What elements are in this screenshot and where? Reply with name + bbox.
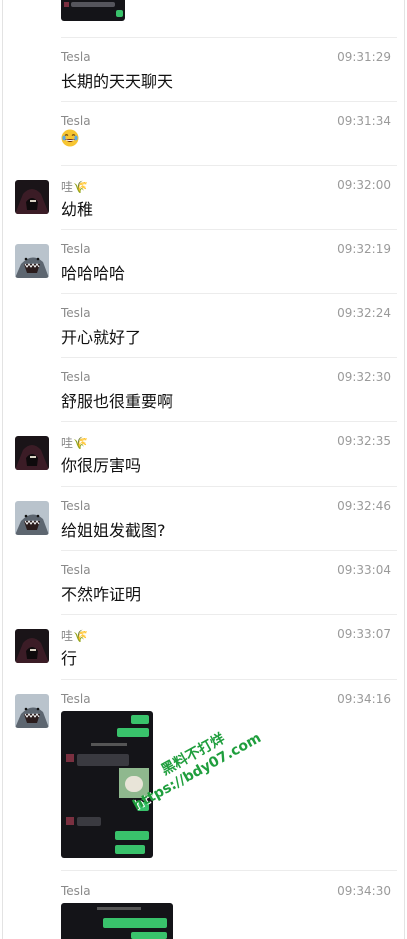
message-time: 09:31:29 xyxy=(337,50,391,64)
dark-hood-avatar-icon xyxy=(15,436,49,470)
sender-name: Tesla xyxy=(61,884,91,898)
message-divider xyxy=(61,614,397,615)
message-text[interactable]: 开心就好了 xyxy=(61,324,141,348)
message-time: 09:32:30 xyxy=(337,370,391,384)
message-time: 09:33:07 xyxy=(337,627,391,641)
message-time: 09:32:46 xyxy=(337,499,391,513)
message-text[interactable]: 给姐姐发截图? xyxy=(61,517,166,541)
message-time: 09:32:00 xyxy=(337,178,391,192)
message-text[interactable]: 舒服也很重要啊 xyxy=(61,388,173,412)
right-frame-edge xyxy=(404,0,405,939)
message-text[interactable]: 长期的天天聊天 xyxy=(61,68,173,92)
dark-hood-avatar-icon xyxy=(15,180,49,214)
message-divider xyxy=(61,165,397,166)
shark-avatar-icon xyxy=(15,244,49,278)
sender-name: 哇🌾 xyxy=(61,629,88,643)
message-time: 09:31:34 xyxy=(337,114,391,128)
avatar[interactable] xyxy=(15,501,49,535)
avatar[interactable] xyxy=(15,180,49,214)
shark-avatar-icon xyxy=(15,694,49,728)
sender-name: 哇🌾 xyxy=(61,436,88,450)
avatar[interactable] xyxy=(15,244,49,278)
chat-image-screenshot[interactable] xyxy=(61,903,173,939)
sender-name: Tesla xyxy=(61,370,91,384)
message-text[interactable]: 不然咋证明 xyxy=(61,581,141,605)
message-divider xyxy=(61,229,397,230)
sender-name: Tesla xyxy=(61,114,91,128)
message-time: 09:33:04 xyxy=(337,563,391,577)
dark-hood-avatar-icon xyxy=(15,629,49,663)
message-time: 09:34:16 xyxy=(337,692,391,706)
message-divider xyxy=(61,421,397,422)
message-divider xyxy=(61,679,397,680)
message-text[interactable]: 幼稚 xyxy=(61,196,93,220)
sender-name: Tesla xyxy=(61,563,91,577)
avatar[interactable] xyxy=(15,694,49,728)
left-frame-edge xyxy=(2,0,3,939)
message-text[interactable]: 行 xyxy=(61,645,77,669)
laughing-tears-emoji-icon[interactable] xyxy=(61,129,79,147)
sender-name: Tesla xyxy=(61,50,91,64)
message-time: 09:32:24 xyxy=(337,306,391,320)
message-time: 09:32:19 xyxy=(337,242,391,256)
message-text[interactable]: 你很厉害吗 xyxy=(61,452,141,476)
message-divider xyxy=(61,357,397,358)
message-divider xyxy=(61,486,397,487)
sender-name: Tesla xyxy=(61,499,91,513)
message-time: 09:32:35 xyxy=(337,434,391,448)
message-divider xyxy=(61,101,397,102)
message-divider xyxy=(61,37,397,38)
chat-image-thumbnail[interactable] xyxy=(61,0,125,21)
sender-name: 哇🌾 xyxy=(61,180,88,194)
sender-name: Tesla xyxy=(61,306,91,320)
message-divider xyxy=(61,550,397,551)
shark-avatar-icon xyxy=(15,501,49,535)
avatar[interactable] xyxy=(15,629,49,663)
message-divider xyxy=(61,293,397,294)
message-text[interactable]: 哈哈哈哈 xyxy=(61,260,125,284)
sender-name: Tesla xyxy=(61,692,91,706)
message-divider xyxy=(61,870,397,871)
avatar[interactable] xyxy=(15,436,49,470)
sender-name: Tesla xyxy=(61,242,91,256)
message-time: 09:34:30 xyxy=(337,884,391,898)
